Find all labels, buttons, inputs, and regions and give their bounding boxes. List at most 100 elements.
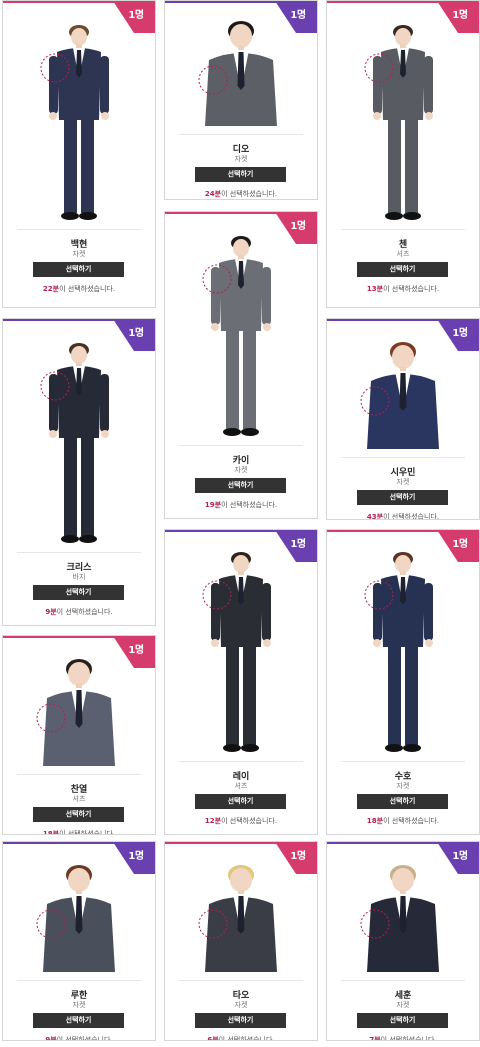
selection-count-suffix: 이 선택하셨습니다. [221, 190, 278, 198]
selection-count-suffix: 이 선택하셨습니다. [59, 285, 116, 293]
selection-count-text: 9분이 선택하셨습니다. [3, 1035, 155, 1041]
model-photo [165, 16, 317, 126]
selection-count: 24분 [204, 190, 222, 198]
model-photo-figure [36, 659, 115, 766]
card-divider [341, 980, 465, 981]
select-button[interactable]: 선택하기 [33, 807, 124, 822]
member-card: 1명 첸 셔츠 선택하기 13분이 선택하셨습니다. [326, 0, 480, 308]
model-photo-figure [360, 342, 439, 449]
member-card: 1명 크리스 바지 선택하기 9분이 선택하셨습니다. [2, 318, 156, 626]
select-button[interactable]: 선택하기 [195, 167, 286, 182]
card-divider [341, 761, 465, 762]
card-divider [179, 445, 303, 446]
rank-label: 1명 [128, 10, 144, 21]
select-button[interactable]: 선택하기 [357, 490, 448, 505]
select-button[interactable]: 선택하기 [33, 585, 124, 600]
clothing-category: 자켓 [72, 250, 86, 258]
member-card: 1명 레이 셔츠 선택하기 12분이 선택하셨습니다. [164, 529, 318, 835]
card-divider [341, 229, 465, 230]
rank-label: 1명 [128, 328, 144, 339]
model-photo [165, 860, 317, 972]
select-button[interactable]: 선택하기 [195, 1013, 286, 1028]
card-divider [179, 761, 303, 762]
member-card: 1명 루한 자켓 선택하기 9분이 선택하셨습니다. [2, 841, 156, 1041]
model-photo [3, 339, 155, 544]
selection-count-suffix: 이 선택하셨습니다. [218, 1036, 275, 1041]
select-button[interactable]: 선택하기 [33, 262, 124, 277]
selection-count: 12분 [204, 817, 222, 825]
selection-count-suffix: 이 선택하셨습니다. [221, 501, 278, 509]
clothing-category: 자켓 [72, 1001, 86, 1009]
clothing-category: 자켓 [396, 1001, 410, 1009]
member-card: 1명 세훈 자켓 선택하기 7분이 선택하셨습니다. [326, 841, 480, 1041]
model-photo [327, 860, 479, 972]
selection-count-text: 6분이 선택하셨습니다. [165, 1035, 317, 1041]
model-photo-figure [198, 21, 277, 126]
member-card: 1명 카이 자켓 선택하기 19분이 선택하셨습니다. [164, 211, 318, 519]
member-card: 1명 디오 자켓 선택하기 24분이 선택하셨습니다. [164, 0, 318, 200]
rank-label: 1명 [290, 221, 306, 232]
model-photo [327, 337, 479, 449]
select-button[interactable]: 선택하기 [195, 478, 286, 493]
member-card: 1명 백현 자켓 선택하기 22분이 선택하셨습니다. [2, 0, 156, 308]
card-divider [17, 980, 141, 981]
selection-count: 6분 [207, 1036, 219, 1041]
selection-count-text: 18분이 선택하셨습니다. [327, 816, 479, 826]
model-photo-figure [360, 865, 439, 972]
select-button[interactable]: 선택하기 [357, 794, 448, 809]
selection-count: 22분 [42, 285, 60, 293]
model-photo [327, 548, 479, 753]
selection-count-text: 22분이 선택하셨습니다. [3, 284, 155, 294]
selection-count-suffix: 이 선택하셨습니다. [383, 513, 440, 520]
clothing-category: 셔츠 [234, 782, 248, 790]
selection-count: 9분 [45, 1036, 57, 1041]
clothing-category: 셔츠 [396, 250, 410, 258]
model-photo [165, 232, 317, 437]
clothing-category: 자켓 [234, 466, 248, 474]
selection-count-text: 18분이 선택하셨습니다. [3, 829, 155, 835]
model-photo-figure [40, 25, 109, 220]
model-photo-figure [40, 343, 109, 543]
selection-count-suffix: 이 선택하셨습니다. [383, 285, 440, 293]
select-button[interactable]: 선택하기 [195, 794, 286, 809]
model-photo-figure [202, 236, 271, 436]
select-button[interactable]: 선택하기 [357, 1013, 448, 1028]
clothing-category: 바지 [72, 573, 86, 581]
selection-count-suffix: 이 선택하셨습니다. [59, 830, 116, 835]
select-button[interactable]: 선택하기 [357, 262, 448, 277]
selection-count-text: 9분이 선택하셨습니다. [3, 607, 155, 617]
selection-count: 13분 [366, 285, 384, 293]
clothing-category: 셔츠 [72, 795, 86, 803]
selection-count: 18분 [42, 830, 60, 835]
selection-count-suffix: 이 선택하셨습니다. [221, 817, 278, 825]
card-divider [179, 134, 303, 135]
selection-count: 7분 [369, 1036, 381, 1041]
selection-count-suffix: 이 선택하셨습니다. [380, 1036, 437, 1041]
clothing-category: 자켓 [234, 155, 248, 163]
selection-count: 18분 [366, 817, 384, 825]
selection-count: 43분 [366, 513, 384, 520]
selection-count-text: 43분이 선택하셨습니다. [327, 512, 479, 520]
rank-label: 1명 [452, 10, 468, 21]
card-divider [179, 980, 303, 981]
clothing-category: 자켓 [234, 1001, 248, 1009]
card-divider [17, 229, 141, 230]
model-photo-figure [202, 552, 271, 752]
card-divider [341, 457, 465, 458]
model-photo [3, 21, 155, 221]
member-card: 1명 타오 자켓 선택하기 6분이 선택하셨습니다. [164, 841, 318, 1041]
card-divider [17, 552, 141, 553]
select-button[interactable]: 선택하기 [33, 1013, 124, 1028]
clothing-category: 자켓 [396, 478, 410, 486]
model-photo-figure [36, 865, 115, 972]
model-photo-figure [198, 865, 277, 972]
member-card: 1명 시우민 자켓 선택하기 43분이 선택하셨습니다. [326, 318, 480, 520]
selection-count-text: 12분이 선택하셨습니다. [165, 816, 317, 826]
card-divider [17, 774, 141, 775]
model-photo [327, 21, 479, 221]
selection-count-suffix: 이 선택하셨습니다. [383, 817, 440, 825]
model-photo [3, 860, 155, 972]
member-card: 1명 수호 자켓 선택하기 18분이 선택하셨습니다. [326, 529, 480, 835]
clothing-category: 자켓 [396, 782, 410, 790]
selection-count-text: 19분이 선택하셨습니다. [165, 500, 317, 510]
